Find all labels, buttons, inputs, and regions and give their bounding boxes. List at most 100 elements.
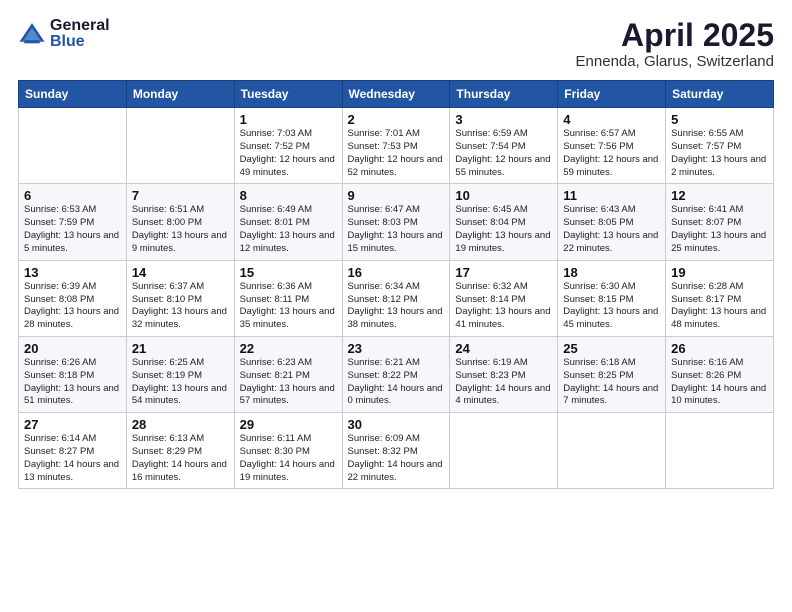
day-number: 15 [240,265,337,280]
day-number: 29 [240,417,337,432]
calendar-cell [450,413,558,489]
day-info: Sunrise: 6:57 AM Sunset: 7:56 PM Dayligh… [563,128,660,179]
day-number: 8 [240,188,337,203]
calendar-cell: 15Sunrise: 6:36 AM Sunset: 8:11 PM Dayli… [234,260,342,336]
day-info: Sunrise: 6:47 AM Sunset: 8:03 PM Dayligh… [348,204,445,255]
calendar-cell: 17Sunrise: 6:32 AM Sunset: 8:14 PM Dayli… [450,260,558,336]
calendar-cell: 13Sunrise: 6:39 AM Sunset: 8:08 PM Dayli… [19,260,127,336]
day-info: Sunrise: 6:13 AM Sunset: 8:29 PM Dayligh… [132,433,229,484]
calendar-cell: 12Sunrise: 6:41 AM Sunset: 8:07 PM Dayli… [666,184,774,260]
day-info: Sunrise: 6:39 AM Sunset: 8:08 PM Dayligh… [24,281,121,332]
calendar-cell [126,108,234,184]
calendar-header: SundayMondayTuesdayWednesdayThursdayFrid… [19,81,774,108]
header-row: SundayMondayTuesdayWednesdayThursdayFrid… [19,81,774,108]
day-info: Sunrise: 6:23 AM Sunset: 8:21 PM Dayligh… [240,357,337,408]
day-number: 6 [24,188,121,203]
day-info: Sunrise: 6:32 AM Sunset: 8:14 PM Dayligh… [455,281,552,332]
day-info: Sunrise: 6:53 AM Sunset: 7:59 PM Dayligh… [24,204,121,255]
day-info: Sunrise: 6:43 AM Sunset: 8:05 PM Dayligh… [563,204,660,255]
day-info: Sunrise: 6:28 AM Sunset: 8:17 PM Dayligh… [671,281,768,332]
day-number: 2 [348,112,445,127]
day-header-friday: Friday [558,81,666,108]
calendar-cell: 30Sunrise: 6:09 AM Sunset: 8:32 PM Dayli… [342,413,450,489]
day-number: 27 [24,417,121,432]
day-number: 11 [563,188,660,203]
calendar-cell: 4Sunrise: 6:57 AM Sunset: 7:56 PM Daylig… [558,108,666,184]
day-number: 23 [348,341,445,356]
week-row-3: 13Sunrise: 6:39 AM Sunset: 8:08 PM Dayli… [19,260,774,336]
day-info: Sunrise: 6:11 AM Sunset: 8:30 PM Dayligh… [240,433,337,484]
calendar-body: 1Sunrise: 7:03 AM Sunset: 7:52 PM Daylig… [19,108,774,489]
day-number: 12 [671,188,768,203]
calendar-table: SundayMondayTuesdayWednesdayThursdayFrid… [18,80,774,489]
day-header-wednesday: Wednesday [342,81,450,108]
calendar-cell: 5Sunrise: 6:55 AM Sunset: 7:57 PM Daylig… [666,108,774,184]
calendar-subtitle: Ennenda, Glarus, Switzerland [576,53,774,70]
day-header-monday: Monday [126,81,234,108]
day-number: 28 [132,417,229,432]
calendar-cell: 25Sunrise: 6:18 AM Sunset: 8:25 PM Dayli… [558,336,666,412]
calendar-cell: 18Sunrise: 6:30 AM Sunset: 8:15 PM Dayli… [558,260,666,336]
day-number: 20 [24,341,121,356]
day-info: Sunrise: 6:30 AM Sunset: 8:15 PM Dayligh… [563,281,660,332]
title-block: April 2025 Ennenda, Glarus, Switzerland [576,18,774,70]
calendar-cell: 19Sunrise: 6:28 AM Sunset: 8:17 PM Dayli… [666,260,774,336]
day-info: Sunrise: 6:09 AM Sunset: 8:32 PM Dayligh… [348,433,445,484]
day-info: Sunrise: 6:19 AM Sunset: 8:23 PM Dayligh… [455,357,552,408]
day-number: 4 [563,112,660,127]
day-info: Sunrise: 6:41 AM Sunset: 8:07 PM Dayligh… [671,204,768,255]
calendar-cell: 9Sunrise: 6:47 AM Sunset: 8:03 PM Daylig… [342,184,450,260]
calendar-cell: 29Sunrise: 6:11 AM Sunset: 8:30 PM Dayli… [234,413,342,489]
calendar-cell: 1Sunrise: 7:03 AM Sunset: 7:52 PM Daylig… [234,108,342,184]
day-header-sunday: Sunday [19,81,127,108]
day-number: 30 [348,417,445,432]
day-info: Sunrise: 6:37 AM Sunset: 8:10 PM Dayligh… [132,281,229,332]
calendar-cell: 11Sunrise: 6:43 AM Sunset: 8:05 PM Dayli… [558,184,666,260]
day-number: 3 [455,112,552,127]
day-info: Sunrise: 6:34 AM Sunset: 8:12 PM Dayligh… [348,281,445,332]
day-number: 24 [455,341,552,356]
day-number: 7 [132,188,229,203]
calendar-cell: 2Sunrise: 7:01 AM Sunset: 7:53 PM Daylig… [342,108,450,184]
day-header-tuesday: Tuesday [234,81,342,108]
day-info: Sunrise: 6:51 AM Sunset: 8:00 PM Dayligh… [132,204,229,255]
calendar-cell: 21Sunrise: 6:25 AM Sunset: 8:19 PM Dayli… [126,336,234,412]
day-number: 9 [348,188,445,203]
week-row-4: 20Sunrise: 6:26 AM Sunset: 8:18 PM Dayli… [19,336,774,412]
day-header-thursday: Thursday [450,81,558,108]
calendar-cell: 22Sunrise: 6:23 AM Sunset: 8:21 PM Dayli… [234,336,342,412]
day-info: Sunrise: 6:18 AM Sunset: 8:25 PM Dayligh… [563,357,660,408]
week-row-2: 6Sunrise: 6:53 AM Sunset: 7:59 PM Daylig… [19,184,774,260]
calendar-cell: 24Sunrise: 6:19 AM Sunset: 8:23 PM Dayli… [450,336,558,412]
header: General Blue April 2025 Ennenda, Glarus,… [18,18,774,70]
day-info: Sunrise: 6:55 AM Sunset: 7:57 PM Dayligh… [671,128,768,179]
week-row-1: 1Sunrise: 7:03 AM Sunset: 7:52 PM Daylig… [19,108,774,184]
day-info: Sunrise: 6:16 AM Sunset: 8:26 PM Dayligh… [671,357,768,408]
week-row-5: 27Sunrise: 6:14 AM Sunset: 8:27 PM Dayli… [19,413,774,489]
day-number: 10 [455,188,552,203]
day-info: Sunrise: 6:26 AM Sunset: 8:18 PM Dayligh… [24,357,121,408]
calendar-title: April 2025 [576,18,774,53]
day-number: 26 [671,341,768,356]
day-number: 14 [132,265,229,280]
day-info: Sunrise: 6:25 AM Sunset: 8:19 PM Dayligh… [132,357,229,408]
day-number: 5 [671,112,768,127]
day-info: Sunrise: 7:01 AM Sunset: 7:53 PM Dayligh… [348,128,445,179]
day-info: Sunrise: 6:36 AM Sunset: 8:11 PM Dayligh… [240,281,337,332]
calendar-cell [558,413,666,489]
calendar-cell: 16Sunrise: 6:34 AM Sunset: 8:12 PM Dayli… [342,260,450,336]
day-info: Sunrise: 6:21 AM Sunset: 8:22 PM Dayligh… [348,357,445,408]
page: General Blue April 2025 Ennenda, Glarus,… [0,0,792,612]
logo-blue: Blue [50,34,110,50]
day-number: 21 [132,341,229,356]
day-number: 22 [240,341,337,356]
calendar-cell: 27Sunrise: 6:14 AM Sunset: 8:27 PM Dayli… [19,413,127,489]
logo-general: General [50,18,110,34]
day-number: 1 [240,112,337,127]
calendar-cell: 14Sunrise: 6:37 AM Sunset: 8:10 PM Dayli… [126,260,234,336]
calendar-cell: 6Sunrise: 6:53 AM Sunset: 7:59 PM Daylig… [19,184,127,260]
logo: General Blue [18,18,110,50]
calendar-cell: 28Sunrise: 6:13 AM Sunset: 8:29 PM Dayli… [126,413,234,489]
calendar-cell: 8Sunrise: 6:49 AM Sunset: 8:01 PM Daylig… [234,184,342,260]
day-number: 16 [348,265,445,280]
